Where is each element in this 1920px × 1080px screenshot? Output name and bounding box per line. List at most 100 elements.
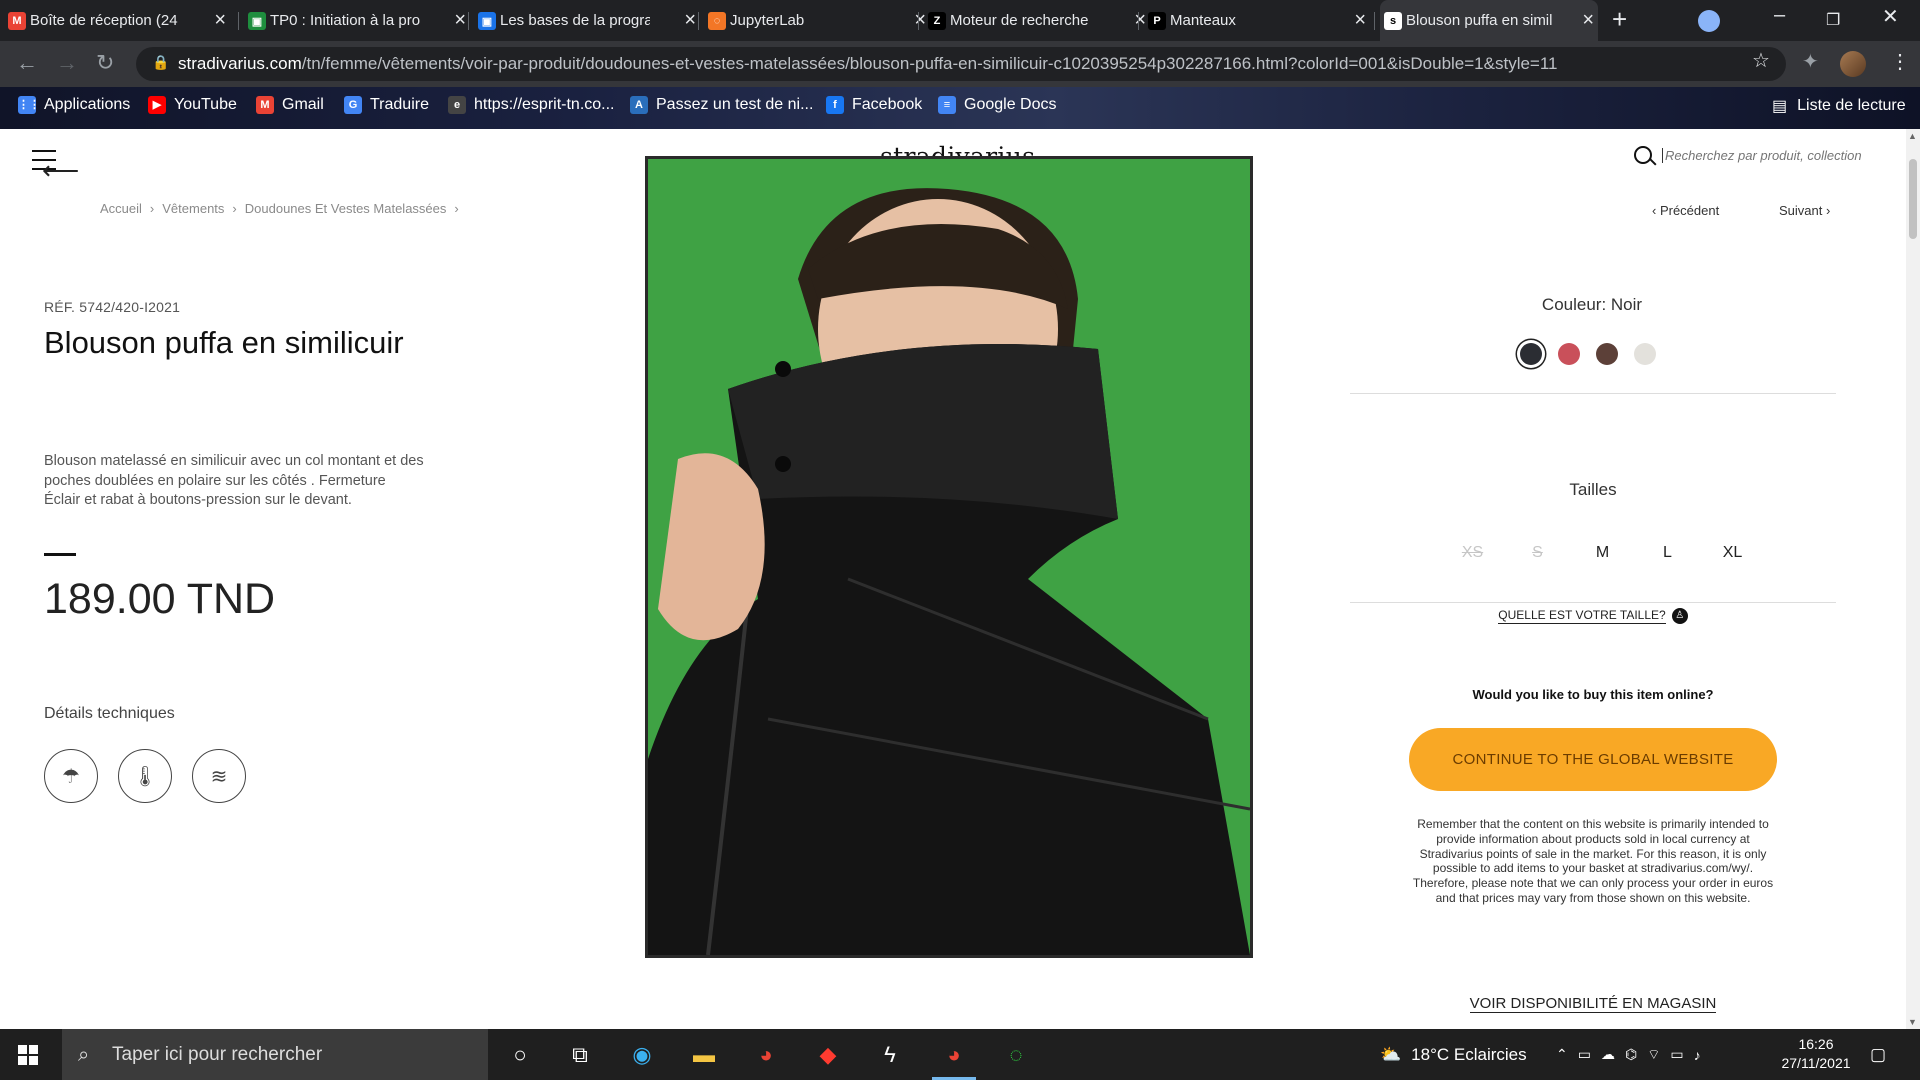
reading-list-button[interactable]: ▤ Liste de lecture: [1772, 96, 1906, 116]
bookmark-item[interactable]: e https://esprit-tn.co...: [448, 96, 615, 114]
onedrive-icon[interactable]: ☁: [1601, 1046, 1625, 1063]
size-option[interactable]: L: [1635, 544, 1700, 562]
bookmark-label: Gmail: [282, 96, 324, 113]
volume-icon[interactable]: ♪: [1694, 1047, 1711, 1063]
tab-title: JupyterLab: [730, 12, 805, 29]
thermometer-cold-icon[interactable]: 🌡: [118, 749, 172, 803]
avatar[interactable]: [1840, 51, 1866, 77]
wifi-icon[interactable]: ⌔: [1647, 1046, 1670, 1064]
file-explorer-icon[interactable]: ▬: [688, 1039, 720, 1071]
taskbar-search-placeholder: Taper ici pour rechercher: [112, 1043, 323, 1065]
scrollbar-thumb[interactable]: [1909, 159, 1917, 239]
close-tab-icon[interactable]: ×: [454, 10, 466, 30]
breadcrumb-item[interactable]: Doudounes Et Vestes Matelassées: [245, 201, 447, 216]
tray-chevron-icon[interactable]: ⌃: [1556, 1046, 1578, 1063]
new-tab-button[interactable]: +: [1612, 6, 1627, 32]
scroll-up-icon[interactable]: ▲: [1908, 131, 1917, 141]
minimize-icon[interactable]: –: [1774, 4, 1785, 27]
bookmark-item[interactable]: M Gmail: [256, 96, 324, 114]
battery-icon[interactable]: ▭: [1670, 1046, 1693, 1063]
browser-tab[interactable]: M Boîte de réception (24 ×: [4, 0, 230, 41]
browser-tab[interactable]: Z Moteur de recherche ×: [924, 0, 1150, 41]
umbrella-rain-icon[interactable]: ☂: [44, 749, 98, 803]
close-tab-icon[interactable]: ×: [1354, 10, 1366, 30]
size-option[interactable]: XL: [1700, 544, 1765, 562]
lock-icon: 🔒: [152, 54, 170, 70]
chrome-icon[interactable]: ◕: [750, 1039, 782, 1071]
bookmark-item[interactable]: G Traduire: [344, 96, 429, 114]
restore-icon[interactable]: ❐: [1826, 10, 1840, 30]
tray-device-icon[interactable]: ▭: [1578, 1046, 1601, 1063]
bookmark-item[interactable]: ⋮⋮ Applications: [18, 96, 130, 114]
back-arrow-icon[interactable]: ⟵: [42, 157, 79, 183]
next-link[interactable]: Suivant ›: [1779, 203, 1830, 218]
bookmark-item[interactable]: ≡ Google Docs: [938, 96, 1057, 114]
browser-tab[interactable]: ◌ JupyterLab ×: [704, 0, 930, 41]
app-diamond-icon[interactable]: ◆: [812, 1039, 844, 1071]
windows-start-icon[interactable]: [18, 1045, 38, 1065]
scroll-down-icon[interactable]: ▼: [1908, 1017, 1917, 1027]
size-guide-link[interactable]: QUELLE EST VOTRE TAILLE? ♙: [1350, 608, 1836, 625]
size-option[interactable]: XS: [1440, 544, 1505, 562]
store-availability-link[interactable]: VOIR DISPONIBILITÉ EN MAGASIN: [1350, 995, 1836, 1013]
bookmark-item[interactable]: ▶ YouTube: [148, 96, 237, 114]
product-reference: RÉF. 5742/420-I2021: [44, 299, 181, 315]
reload-icon[interactable]: ↻: [96, 51, 114, 75]
browser-toolbar: ← → ↻ 🔒 stradivarius.com/tn/femme/vêteme…: [0, 41, 1920, 87]
browser-tab[interactable]: P Manteaux ×: [1144, 0, 1370, 41]
previous-link[interactable]: ‹ Précédent: [1652, 203, 1719, 218]
task-view-icon[interactable]: ⧉: [564, 1039, 596, 1071]
site-search[interactable]: [1634, 146, 1862, 164]
bookmarks-bar: ⋮⋮ Applications ▶ YouTube M Gmail G Traduire e ht…: [0, 87, 1920, 129]
search-icon: ⌕: [78, 1044, 90, 1066]
youtube-icon: ▶: [148, 96, 166, 114]
menu-icon[interactable]: ⋮: [1890, 49, 1910, 74]
system-tray-icons[interactable]: ⌃ ▭ ☁ ⌬ ⌔ ▭ ♪: [1556, 1029, 1711, 1080]
chrome-running-icon[interactable]: ◕: [932, 1039, 976, 1080]
size-option[interactable]: M: [1570, 544, 1635, 562]
notifications-icon[interactable]: ▢: [1870, 1029, 1886, 1080]
search-input[interactable]: [1662, 147, 1862, 163]
continue-global-website-button[interactable]: CONTINUE TO THE GLOBAL WEBSITE: [1409, 728, 1777, 791]
browser-tab[interactable]: ▣ TP0 : Initiation à la pro ×: [244, 0, 470, 41]
color-swatch[interactable]: [1634, 343, 1656, 365]
breadcrumb-item[interactable]: Accueil: [100, 201, 142, 216]
clock-time: 16:26: [1798, 1036, 1834, 1052]
profile-menu-icon[interactable]: [1698, 10, 1720, 32]
bookmark-label: https://esprit-tn.co...: [474, 96, 615, 113]
search-icon[interactable]: [1634, 146, 1652, 164]
network-icon[interactable]: ⌬: [1625, 1046, 1647, 1063]
close-tab-icon[interactable]: ×: [684, 10, 696, 30]
extensions-icon[interactable]: ✦: [1802, 49, 1819, 74]
color-swatch[interactable]: [1596, 343, 1618, 365]
bookmark-item[interactable]: A Passez un test de ni...: [630, 96, 813, 114]
page-scrollbar[interactable]: ▲ ▼: [1906, 129, 1920, 1029]
browser-tab[interactable]: ▣ Les bases de la progra ×: [474, 0, 700, 41]
close-tab-icon[interactable]: ×: [1582, 10, 1594, 30]
close-tab-icon[interactable]: ×: [214, 10, 226, 30]
back-icon[interactable]: ←: [16, 51, 38, 75]
wind-icon[interactable]: ≋: [192, 749, 246, 803]
close-window-icon[interactable]: ✕: [1882, 4, 1899, 29]
address-bar[interactable]: 🔒 stradivarius.com/tn/femme/vêtements/vo…: [136, 47, 1786, 81]
breadcrumb-item[interactable]: Vêtements: [162, 201, 224, 216]
bookmark-star-icon[interactable]: ☆: [1752, 48, 1770, 73]
browser-tab[interactable]: s Blouson puffa en simil ×: [1380, 0, 1598, 41]
product-image[interactable]: [645, 156, 1253, 958]
tab-title: Moteur de recherche: [950, 12, 1089, 29]
edge-icon[interactable]: ◉: [626, 1039, 658, 1071]
color-swatch[interactable]: [1558, 343, 1580, 365]
color-swatch[interactable]: [1520, 343, 1542, 365]
app-bolt-icon[interactable]: ϟ: [874, 1039, 906, 1071]
url-domain: stradivarius.com: [178, 54, 302, 73]
taskbar-search[interactable]: ⌕ Taper ici pour rechercher: [62, 1029, 488, 1080]
hanger-icon: ♙: [1671, 608, 1688, 624]
notice-text: Remember that the content on this websit…: [1412, 817, 1774, 905]
bookmark-item[interactable]: f Facebook: [826, 96, 922, 114]
size-option[interactable]: S: [1505, 544, 1570, 562]
app-ring-icon[interactable]: ◌: [1000, 1039, 1032, 1071]
weather-widget[interactable]: ⛅ 18°C Eclaircies: [1380, 1029, 1527, 1080]
forward-icon[interactable]: →: [56, 51, 78, 75]
system-clock[interactable]: 16:26 27/11/2021: [1776, 1035, 1856, 1073]
cortana-icon[interactable]: ○: [504, 1039, 536, 1071]
